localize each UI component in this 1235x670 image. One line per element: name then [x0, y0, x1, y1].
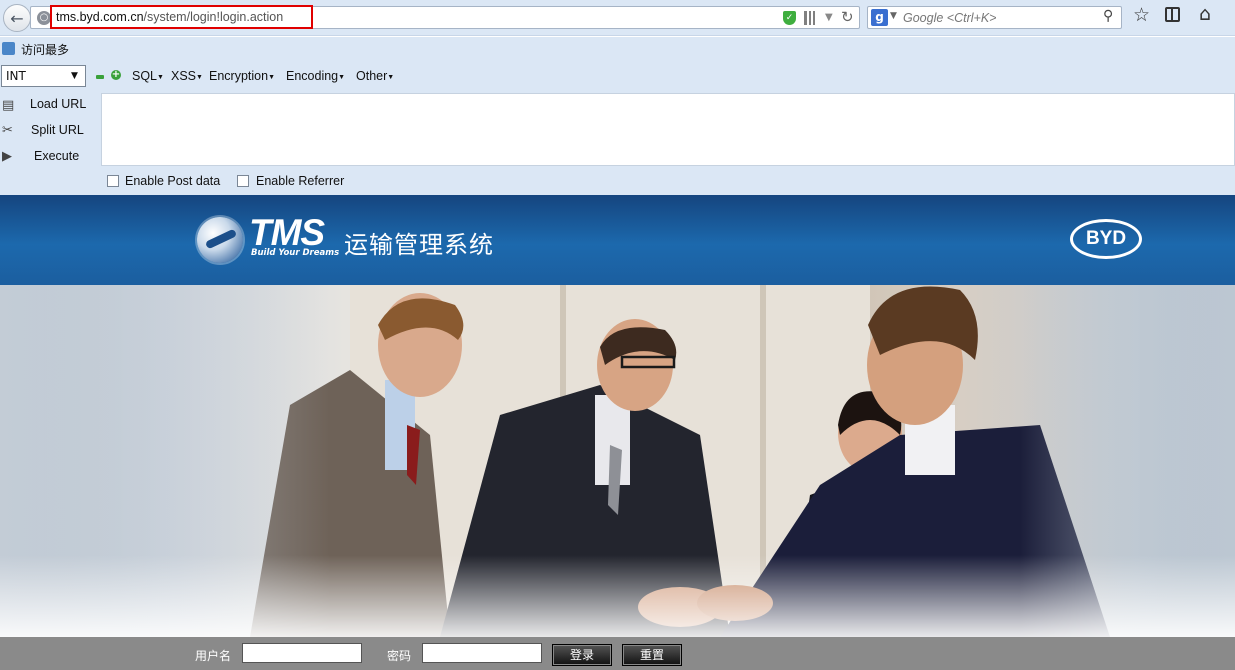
shield-icon[interactable]: ✓: [783, 11, 796, 25]
globe-icon: ○: [37, 11, 51, 25]
hackbar-actions: ▤ Load URL ✂ Split URL ▶ Execute: [0, 93, 101, 195]
tms-logo-icon: [197, 217, 243, 263]
menu-encoding[interactable]: Encoding▼: [286, 69, 345, 83]
increase-icon[interactable]: +: [111, 70, 121, 80]
qr-code-icon[interactable]: [804, 11, 818, 25]
bookmarks-list-icon[interactable]: [1165, 7, 1180, 22]
chevron-down-icon[interactable]: ▼: [71, 71, 78, 81]
menu-sql[interactable]: SQL▼: [132, 69, 164, 83]
hero-photo: [0, 285, 1235, 637]
menu-label: Encoding: [286, 69, 339, 83]
username-label: 用户名: [195, 649, 232, 663]
handshake-photo-illustration: [0, 285, 1235, 637]
reset-button[interactable]: 重置: [622, 644, 682, 666]
decrease-icon[interactable]: [96, 75, 104, 79]
login-bar: 用户名 密码 登录 重置: [0, 637, 1235, 670]
reload-icon[interactable]: ↻: [841, 8, 854, 26]
enable-referrer-checkbox[interactable]: [237, 175, 249, 187]
search-input[interactable]: [903, 8, 1098, 27]
enable-post-data-checkbox[interactable]: [107, 175, 119, 187]
menu-label: Encryption: [209, 69, 269, 83]
load-url-button[interactable]: Load URL: [30, 97, 86, 111]
hackbar-toolbar: INT ▼ + SQL▼ XSS▼ Encryption▼ Encoding▼ …: [0, 61, 1235, 93]
split-url-icon: ✂: [2, 123, 13, 138]
url-bar[interactable]: ○ tms.byd.com.cn/system/login!login.acti…: [30, 5, 860, 29]
search-engine-icon[interactable]: g: [871, 9, 888, 26]
load-url-icon: ▤: [2, 98, 15, 113]
hackbar-url-textarea[interactable]: [101, 93, 1235, 166]
search-bar[interactable]: g ▼ ⚲: [867, 6, 1122, 29]
execute-icon: ▶: [2, 149, 12, 164]
bookmark-most-visited[interactable]: 访问最多: [21, 41, 69, 58]
split-url-button[interactable]: Split URL: [31, 123, 84, 137]
url-text[interactable]: tms.byd.com.cn/system/login!login.action: [56, 10, 283, 24]
menu-label: Other: [356, 69, 388, 83]
back-button[interactable]: ←: [3, 4, 31, 32]
execute-button[interactable]: Execute: [34, 149, 79, 163]
enable-post-data-label[interactable]: Enable Post data: [125, 174, 220, 188]
back-arrow-icon: ←: [10, 8, 24, 28]
menu-encryption[interactable]: Encryption▼: [209, 69, 275, 83]
bookmarks-toolbar: 访问最多: [0, 37, 1235, 61]
search-go-icon[interactable]: ⚲: [1103, 8, 1113, 24]
username-input[interactable]: [242, 643, 362, 663]
search-engine-caret-icon[interactable]: ▼: [890, 11, 897, 21]
browser-nav-bar: ← ○ tms.byd.com.cn/system/login!login.ac…: [0, 0, 1235, 36]
most-visited-icon: [2, 42, 15, 55]
home-icon[interactable]: ⌂: [1199, 3, 1211, 25]
url-host: tms.byd.com.cn: [56, 10, 144, 24]
menu-label: XSS: [171, 69, 197, 83]
bookmark-star-icon[interactable]: ☆: [1133, 4, 1150, 26]
system-title: 运输管理系统: [344, 231, 494, 259]
login-button[interactable]: 登录: [552, 644, 612, 666]
password-label: 密码: [387, 649, 412, 663]
enable-referrer-label[interactable]: Enable Referrer: [256, 174, 344, 188]
tms-logo-tagline: Build Your Dreams: [251, 248, 340, 258]
password-input[interactable]: [422, 643, 542, 663]
byd-logo: BYD: [1070, 219, 1142, 259]
menu-label: SQL: [132, 69, 158, 83]
page-banner: TMS Build Your Dreams 运输管理系统 BYD: [0, 195, 1235, 285]
hackbar-options: Enable Post data Enable Referrer: [101, 166, 1235, 195]
dropmarker-icon[interactable]: ▼: [825, 12, 833, 23]
url-path: /system/login!login.action: [143, 10, 284, 24]
menu-xss[interactable]: XSS▼: [171, 69, 203, 83]
menu-other[interactable]: Other▼: [356, 69, 394, 83]
type-select-value: INT: [6, 69, 26, 83]
